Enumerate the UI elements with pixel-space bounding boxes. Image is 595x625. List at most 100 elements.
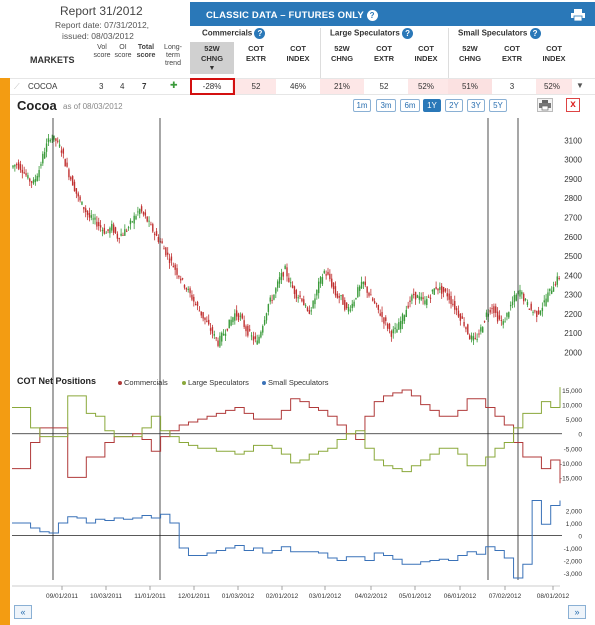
help-icon[interactable]: ? <box>254 28 266 39</box>
candle-body <box>73 181 76 192</box>
print-icon[interactable] <box>571 9 585 21</box>
candle-body <box>43 152 46 159</box>
candle-body <box>345 302 348 309</box>
candle-body <box>394 327 396 330</box>
candle-body <box>161 241 163 244</box>
candle-body <box>478 333 480 335</box>
candle-body <box>256 340 258 345</box>
candle-body <box>373 301 376 303</box>
large-cot-extr: 52 <box>379 82 389 91</box>
candle-body <box>364 281 366 286</box>
range-5y-button[interactable]: 5Y <box>489 99 507 112</box>
candle-body <box>317 281 320 294</box>
comm-cot-extr: 52 <box>251 82 261 91</box>
candle-body <box>541 307 544 312</box>
subcol-comm-cot-extr[interactable]: COT EXTR <box>234 44 278 64</box>
candle-body <box>101 230 104 232</box>
legend-swatch <box>262 381 266 386</box>
subcol-large-cot-extr[interactable]: COT EXTR <box>362 44 406 64</box>
scroll-down-icon[interactable]: ▼ <box>574 80 586 92</box>
x-tick-label: 12/01/2011 <box>178 593 210 600</box>
market-name[interactable]: COCOA <box>28 82 57 91</box>
subcol-comm-cot-index[interactable]: COT INDEX <box>276 44 320 64</box>
candle-body <box>409 300 411 303</box>
candle-body <box>284 265 286 270</box>
candle-body <box>381 312 383 318</box>
candle-body <box>358 286 361 291</box>
candle-body <box>180 278 182 281</box>
candle-body <box>433 288 435 295</box>
candle-body <box>502 321 504 325</box>
candle-body <box>403 315 406 321</box>
candle-body <box>133 215 135 224</box>
help-icon[interactable]: ? <box>366 10 378 21</box>
candle-body <box>489 309 491 313</box>
subcol-large-cot-index[interactable]: COT INDEX <box>404 44 448 64</box>
subcol-small-52w-chng[interactable]: 52W CHNG <box>448 44 492 64</box>
candle-body <box>515 294 517 301</box>
candle-body <box>379 313 381 316</box>
candle-body <box>243 320 245 327</box>
vol-score: 3 <box>99 82 104 91</box>
help-icon[interactable]: ? <box>402 28 414 39</box>
trend-header[interactable]: Long-term trend <box>158 44 188 68</box>
up-trend-icon: ✚ <box>170 80 178 90</box>
candle-body <box>258 336 260 343</box>
subcol-small-cot-index[interactable]: COT INDEX <box>532 44 576 64</box>
candle-body <box>448 293 450 300</box>
candle-body <box>422 297 424 300</box>
candle-body <box>200 311 202 316</box>
candle-body <box>111 223 113 231</box>
cot-table-header: CLASSIC DATA – FUTURES ONLY ? Commercial… <box>190 0 595 78</box>
candle-body <box>429 297 432 299</box>
candle-body <box>388 323 391 330</box>
candle-body <box>331 278 333 287</box>
candle-body <box>344 300 346 310</box>
legend-swatch <box>182 381 186 386</box>
candle-body <box>323 270 325 274</box>
candle-body <box>17 162 20 169</box>
total-score-header[interactable]: Total score <box>134 44 158 60</box>
small-y-tick-label: 1,000 <box>566 521 583 528</box>
close-chart-button[interactable]: x <box>566 98 580 112</box>
subcol-large-52w-chng[interactable]: 52W CHNG <box>320 44 364 64</box>
group-small-label: Small Speculators <box>458 28 528 38</box>
candle-body <box>550 290 553 294</box>
candle-body <box>174 264 176 270</box>
candle-body <box>392 329 394 334</box>
next-market-button[interactable]: » <box>568 605 586 619</box>
table-row[interactable]: ⟋ COCOA 3 4 7 ✚ -28% 52 46% 21% 52 52% 5… <box>0 78 595 95</box>
candle-body <box>163 248 165 250</box>
candle-body <box>167 252 169 255</box>
candle-body <box>226 328 229 331</box>
vol-score-header[interactable]: Vol score <box>92 44 112 60</box>
selection-indicator-bar <box>0 78 10 625</box>
candle-body <box>29 178 31 182</box>
chart-print-button[interactable] <box>537 98 553 112</box>
subcol-line: CHNG <box>200 54 224 63</box>
candle-body <box>126 230 128 232</box>
candle-body <box>62 148 65 154</box>
prev-market-button[interactable]: « <box>14 605 32 619</box>
candle-body <box>407 305 409 308</box>
subcol-small-cot-extr[interactable]: COT EXTR <box>490 44 534 64</box>
candle-body <box>135 216 137 220</box>
chart-icon[interactable]: ⟋ <box>14 82 20 92</box>
range-1m-button[interactable]: 1m <box>353 99 371 112</box>
cot-y-tick-label: -5,000 <box>564 446 583 453</box>
help-icon[interactable]: ? <box>529 28 541 39</box>
report-header: Report 31/2012 Report date: 07/31/2012, … <box>0 0 190 78</box>
candle-body <box>32 179 35 184</box>
range-1y-button[interactable]: 1Y <box>423 99 441 112</box>
price-y-tick-label: 2700 <box>564 213 582 222</box>
range-2y-button[interactable]: 2Y <box>445 99 463 112</box>
candle-body <box>286 267 288 277</box>
x-tick-label: 10/03/2011 <box>90 593 122 600</box>
candle-body <box>483 321 486 323</box>
range-6m-button[interactable]: 6m <box>400 99 420 112</box>
oi-score-header[interactable]: OI score <box>113 44 133 60</box>
vol-header-line2: score <box>93 52 111 59</box>
range-3m-button[interactable]: 3m <box>376 99 396 112</box>
range-3y-button[interactable]: 3Y <box>467 99 485 112</box>
subcol-comm-52w-chng[interactable]: 52W CHNG ▼ <box>190 42 234 74</box>
